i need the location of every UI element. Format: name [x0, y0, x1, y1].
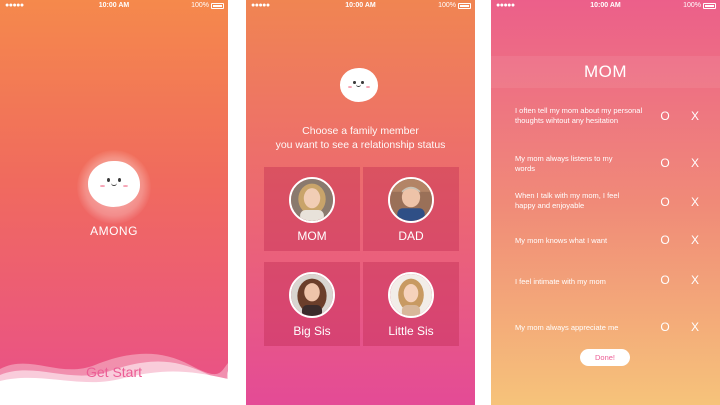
answer-yes-button[interactable]: O	[658, 109, 672, 123]
question-text: My mom always appreciate me	[515, 323, 619, 332]
battery-percent: 100%	[683, 2, 701, 9]
splash-screen: ●●●●● 10:00 AM 100% AMONG Get Start	[0, 0, 228, 405]
battery-icon	[703, 2, 716, 9]
question-text: My mom always listens to my words	[515, 154, 613, 173]
battery-icon	[458, 2, 471, 9]
question-text: I feel intimate with my mom	[515, 277, 606, 286]
answer-no-button[interactable]: X	[688, 195, 702, 209]
answer-yes-button[interactable]: O	[658, 273, 672, 287]
answer-yes-button[interactable]: O	[658, 233, 672, 247]
battery-status: 100%	[438, 2, 471, 9]
family-tile-label: Big Sis	[293, 324, 331, 338]
survey-screen: ●●●●● 10:00 AM 100% MOM I often tell my …	[491, 0, 720, 405]
big-sis-avatar	[289, 272, 335, 318]
question-text: My mom knows what I want	[515, 236, 608, 245]
status-bar: ●●●●● 10:00 AM 100%	[246, 0, 475, 12]
answer-yes-button[interactable]: O	[658, 320, 672, 334]
family-tile-big-sis[interactable]: Big Sis	[264, 262, 360, 346]
mascot-icon	[340, 68, 378, 102]
battery-status: 100%	[683, 2, 716, 9]
question-text: I often tell my mom about my personal th…	[515, 106, 643, 125]
answer-no-button[interactable]: X	[688, 156, 702, 170]
little-sis-avatar	[388, 272, 434, 318]
family-tile-label: Little Sis	[388, 324, 434, 338]
family-tile-little-sis[interactable]: Little Sis	[363, 262, 459, 346]
answer-yes-button[interactable]: O	[658, 156, 672, 170]
mascot-icon	[88, 161, 140, 207]
answer-no-button[interactable]: X	[688, 320, 702, 334]
family-picker-screen: ●●●●● 10:00 AM 100% Choose a family memb…	[246, 0, 475, 405]
status-bar: ●●●●● 10:00 AM 100%	[0, 0, 228, 12]
survey-title: MOM	[583, 62, 628, 81]
get-start-button[interactable]: Get Start	[0, 364, 228, 380]
done-button[interactable]: Done!	[580, 349, 630, 366]
family-tile-mom[interactable]: MOM	[264, 167, 360, 251]
family-tile-dad[interactable]: DAD	[363, 167, 459, 251]
app-name: AMONG	[90, 224, 138, 238]
battery-status: 100%	[191, 2, 224, 9]
prompt-line-1: Choose a family member	[302, 125, 419, 137]
family-prompt: Choose a family member you want to see a…	[246, 124, 475, 152]
battery-percent: 100%	[191, 2, 209, 9]
answer-no-button[interactable]: X	[688, 233, 702, 247]
answer-no-button[interactable]: X	[688, 273, 702, 287]
mom-avatar	[289, 177, 335, 223]
battery-icon	[211, 2, 224, 9]
question-text: When I talk with my mom, I feel happy an…	[515, 191, 620, 210]
prompt-line-2: you want to see a relationship status	[275, 139, 446, 151]
battery-percent: 100%	[438, 2, 456, 9]
dad-avatar	[388, 177, 434, 223]
family-tile-label: DAD	[398, 229, 424, 243]
status-bar: ●●●●● 10:00 AM 100%	[491, 0, 720, 12]
family-tile-label: MOM	[297, 229, 327, 243]
answer-yes-button[interactable]: O	[658, 195, 672, 209]
answer-no-button[interactable]: X	[688, 109, 702, 123]
